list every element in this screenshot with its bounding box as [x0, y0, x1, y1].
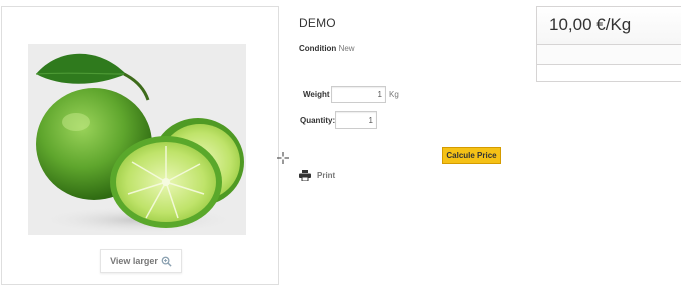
print-label: Print	[317, 171, 336, 180]
product-photo[interactable]	[28, 44, 246, 235]
price-row	[537, 45, 681, 65]
product-title: DEMO	[299, 16, 336, 30]
weight-unit: Kg	[389, 90, 399, 99]
product-image-panel: View larger	[1, 6, 279, 285]
printer-icon	[299, 170, 311, 181]
weight-label: Weight	[303, 90, 330, 99]
product-page: View larger DEMO Condition New Weight Kg…	[0, 0, 681, 291]
product-condition: Condition New	[299, 44, 355, 53]
quantity-input[interactable]	[335, 111, 377, 129]
crosshair-cursor-icon	[277, 152, 289, 164]
price-box: 10,00 €/Kg	[536, 6, 681, 82]
quantity-label: Quantity:	[300, 116, 336, 125]
print-link[interactable]: Print	[299, 170, 335, 181]
lime-image	[28, 44, 246, 235]
view-larger-label: View larger	[110, 256, 158, 266]
condition-value: New	[338, 44, 355, 53]
price-header: 10,00 €/Kg	[537, 7, 681, 45]
weight-input[interactable]	[331, 86, 386, 103]
price-value: 10,00 €/Kg	[549, 15, 632, 34]
calculate-price-button[interactable]: Calcule Price	[442, 147, 501, 164]
condition-label: Condition	[299, 44, 337, 53]
price-footer	[537, 65, 681, 81]
view-larger-button[interactable]: View larger	[100, 249, 182, 273]
zoom-in-icon	[161, 256, 172, 267]
